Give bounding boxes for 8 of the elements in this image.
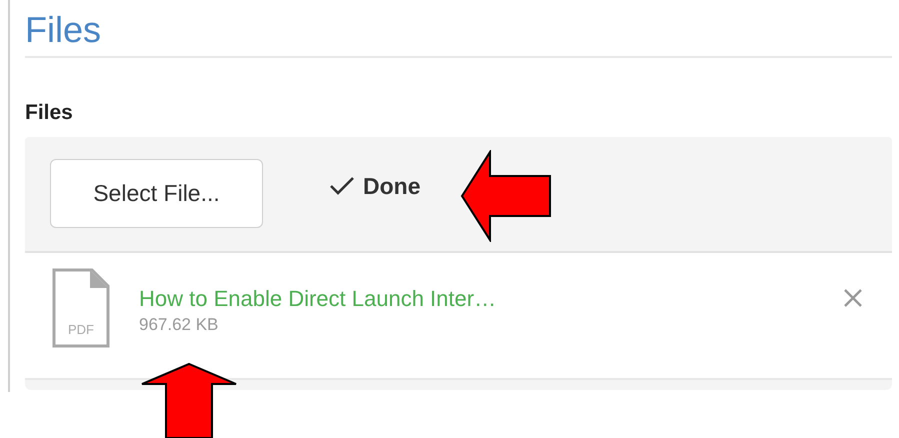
close-icon[interactable]	[842, 287, 864, 309]
page-title: Files	[25, 8, 102, 50]
select-file-button[interactable]: Select File...	[50, 158, 263, 228]
file-size: 967.62 KB	[139, 315, 218, 335]
status-text: Done	[363, 172, 420, 200]
check-icon	[329, 176, 355, 196]
section-label: Files	[25, 101, 73, 125]
document-icon: PDF	[52, 268, 110, 348]
